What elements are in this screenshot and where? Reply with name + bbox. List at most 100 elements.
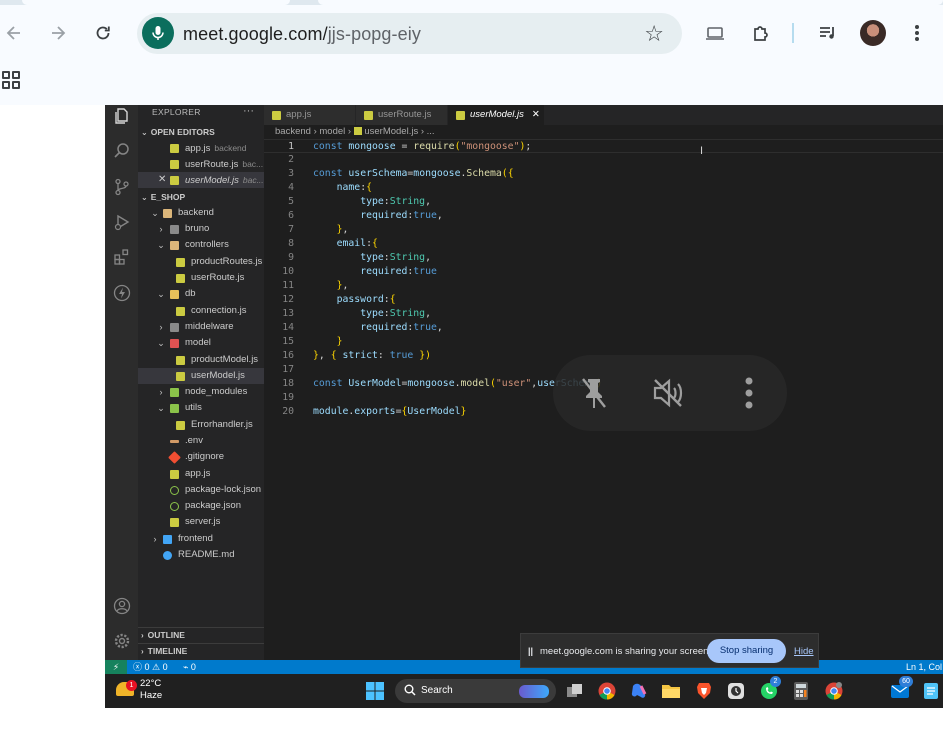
star-icon[interactable]: ☆ [644,21,664,47]
folder-icon [163,535,172,544]
extensions-icon[interactable] [748,20,774,46]
tree-item-package-json[interactable]: package.json [138,498,264,514]
tree-item-frontend[interactable]: › frontend [138,531,264,547]
tree-item-gitignore[interactable]: .gitignore [138,449,264,465]
thunder-client-icon[interactable] [111,282,133,304]
problems-indicator[interactable]: ⓧ 0 ⚠ 0 [133,660,168,674]
hide-link[interactable]: Hide [794,646,814,657]
open-editors-section[interactable]: ⌄ OPEN EDITORS [141,127,215,137]
chrome-profile-icon[interactable] [823,680,845,702]
folder-open-icon [170,241,179,250]
account-icon[interactable] [111,595,133,617]
explorer-more-icon[interactable]: ··· [243,105,254,117]
file-explorer-icon[interactable] [660,680,682,702]
tab-close-icon[interactable]: ✕ [532,109,540,120]
stop-sharing-button[interactable]: Stop sharing [707,639,786,663]
tree-label: server.js [185,516,221,527]
address-bar[interactable]: meet.google.com/jjs-popg-eiy ☆ [137,13,682,54]
tree-item-controllers[interactable]: ⌄ controllers [138,237,264,253]
drag-handle-icon[interactable]: || [528,646,533,656]
mute-icon[interactable] [649,373,689,413]
forward-icon[interactable] [45,20,71,46]
tab-userroute-js[interactable]: userRoute.js [356,105,447,125]
extensions-view-icon[interactable] [111,246,133,268]
open-editor-item[interactable]: app.js backend [138,140,264,156]
open-editor-item-active[interactable]: ✕ userModel.js bac... [138,172,264,188]
folder-open-icon [170,339,179,348]
close-icon[interactable]: ✕ [158,172,166,188]
chrome-icon[interactable] [596,680,618,702]
notes-icon[interactable] [920,680,942,702]
apps-icon[interactable] [2,71,20,89]
cast-icon[interactable] [702,20,728,46]
code-text: }, { strict: true }) [313,350,432,361]
tree-item-node-modules[interactable]: › node_modules [138,384,264,400]
tree-item-usermodel[interactable]: userModel.js [138,368,264,384]
back-icon[interactable] [1,20,27,46]
copilot-icon[interactable] [628,680,650,702]
breadcrumb-item[interactable]: model [319,126,345,137]
tree-item-model[interactable]: ⌄ model [138,335,264,351]
tree-item-productmodel[interactable]: productModel.js [138,352,264,368]
menu-icon[interactable] [904,20,930,46]
tree-label: frontend [178,533,213,544]
whatsapp-icon[interactable]: 2 [758,676,781,702]
tree-item-productroutes[interactable]: productRoutes.js [138,254,264,270]
ports-indicator[interactable]: ⌁ 0 [183,660,196,674]
open-editor-name: userRoute.js [185,159,239,170]
tree-item-db[interactable]: ⌄ db [138,286,264,302]
code-text: } [336,336,343,347]
search-icon[interactable] [111,140,133,162]
tab-app-js[interactable]: app.js [264,105,355,125]
tree-item-connection[interactable]: connection.js [138,303,264,319]
open-editor-desc: backend [214,143,247,153]
tree-item-utils[interactable]: ⌄ utils [138,400,264,416]
code-line[interactable]: 1 const mongoose = require("mongoose"); [264,139,943,153]
js-file-icon [176,356,185,365]
line-number: 19 [282,392,294,403]
tree-item-bruno[interactable]: › bruno [138,221,264,237]
tree-item-server-js[interactable]: server.js [138,514,264,530]
source-control-icon[interactable] [111,176,133,198]
cursor-position[interactable]: Ln 1, Col [906,660,942,674]
breadcrumb-item[interactable]: ... [427,126,435,137]
more-vert-icon[interactable] [729,373,769,413]
outline-section[interactable]: › OUTLINE [141,630,185,640]
explorer-header: EXPLORER [152,107,201,117]
unpin-icon[interactable] [574,373,614,413]
media-icon[interactable] [815,20,841,46]
tree-item-env[interactable]: .env [138,433,264,449]
mic-icon[interactable] [142,17,174,49]
tree-item-readme[interactable]: README.md [138,547,264,563]
tree-item-package-lock[interactable]: package-lock.json [138,482,264,498]
reload-icon[interactable] [90,20,116,46]
workspace-section[interactable]: ⌄ E_SHOP [141,192,185,202]
breadcrumb-item[interactable]: userModel.js [364,126,418,137]
taskbar-search[interactable]: Search [395,679,556,703]
avatar[interactable] [860,20,886,46]
tab-usermodel-js[interactable]: userModel.js ✕ [448,105,544,125]
remote-icon[interactable]: ⚡ [105,660,127,674]
tree-item-backend[interactable]: ⌄ backend [138,205,264,221]
tree-item-userroute[interactable]: userRoute.js [138,270,264,286]
calculator-icon[interactable] [790,680,812,702]
tree-item-app-js[interactable]: app.js [138,466,264,482]
explorer-icon[interactable] [111,105,133,127]
task-view-icon[interactable] [564,680,586,702]
mail-icon[interactable]: 60 [889,676,913,702]
js-file-icon [176,258,185,267]
breadcrumb-item[interactable]: backend [275,126,311,137]
tree-item-middelware[interactable]: › middelware [138,319,264,335]
timeline-section[interactable]: › TIMELINE [141,646,187,656]
settings-gear-icon[interactable] [111,630,133,652]
tree-item-errorhandler[interactable]: Errorhandler.js [138,417,264,433]
open-editor-item[interactable]: userRoute.js bac... [138,156,264,172]
code-text: name:{ [336,182,372,193]
panel-divider [138,627,264,628]
clock-app-icon[interactable] [725,680,747,702]
run-debug-icon[interactable] [111,211,133,233]
temperature: 22°C [140,678,162,689]
outline-label: OUTLINE [147,630,185,640]
windows-start-icon[interactable] [364,680,386,702]
brave-icon[interactable] [693,680,715,702]
